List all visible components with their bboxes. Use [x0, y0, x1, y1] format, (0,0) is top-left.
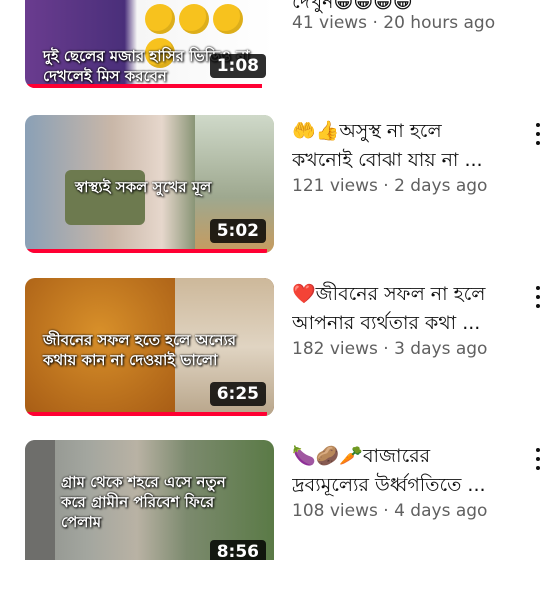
- video-thumbnail[interactable]: দুই ছেলের মজার হাসির ভিডিও না দেখলেই মিস…: [25, 0, 274, 88]
- more-options-icon[interactable]: [528, 119, 548, 149]
- view-count: 108 views: [292, 501, 378, 521]
- video-duration: 8:56: [209, 540, 266, 560]
- video-duration: 5:02: [209, 219, 266, 243]
- view-count: 182 views: [292, 339, 378, 359]
- watch-progress-bar: [25, 84, 262, 88]
- upload-age: 20 hours ago: [383, 13, 496, 33]
- meta-separator: ·: [383, 176, 389, 196]
- video-item[interactable]: জীবনের সফল হতে হলে অন্যের কথায় কান না দ…: [0, 278, 560, 428]
- more-options-icon[interactable]: [528, 444, 548, 474]
- watch-progress-bar: [25, 412, 267, 416]
- video-meta: 41 views · 20 hours ago: [292, 13, 495, 33]
- video-thumbnail[interactable]: গ্রাম থেকে শহরে এসে নতুন করে গ্রামীন পরি…: [25, 440, 274, 560]
- video-title[interactable]: ❤️জীবনের সফল না হলে আপনার ব্যর্থতার কথা …: [292, 280, 520, 338]
- thumbnail-caption: জীবনের সফল হতে হলে অন্যের কথায় কান না দ…: [43, 331, 237, 369]
- video-meta: 182 views · 3 days ago: [292, 339, 487, 359]
- meta-separator: ·: [383, 339, 389, 359]
- video-thumbnail[interactable]: জীবনের সফল হতে হলে অন্যের কথায় কান না দ…: [25, 278, 274, 416]
- video-duration: 1:08: [209, 54, 266, 78]
- thumbnail-caption: স্বাস্থ্যই সকল সুখের মূল: [75, 178, 212, 196]
- view-count: 41 views: [292, 13, 368, 33]
- watch-progress-bar: [25, 249, 267, 253]
- video-duration: 6:25: [209, 382, 266, 406]
- meta-separator: ·: [383, 501, 389, 521]
- more-options-icon[interactable]: [528, 282, 548, 312]
- upload-age: 2 days ago: [394, 176, 488, 196]
- video-title[interactable]: 🤲👍অসুস্থ না হলে কখনোই বোঝা যায় না ...: [292, 117, 520, 175]
- video-title[interactable]: 🍆🥔🥕বাজারের দ্রব্যমূল্যের উর্ধ্বগতিতে ...: [292, 442, 520, 500]
- video-item[interactable]: স্বাস্থ্যই সকল সুখের মূল 5:02 🤲👍অসুস্থ ন…: [0, 115, 560, 265]
- thumbnail-caption: গ্রাম থেকে শহরে এসে নতুন করে গ্রামীন পরি…: [61, 473, 226, 531]
- view-count: 121 views: [292, 176, 378, 196]
- video-thumbnail[interactable]: স্বাস্থ্যই সকল সুখের মূল 5:02: [25, 115, 274, 253]
- video-item[interactable]: গ্রাম থেকে শহরে এসে নতুন করে গ্রামীন পরি…: [0, 440, 560, 590]
- video-meta: 108 views · 4 days ago: [292, 501, 487, 521]
- meta-separator: ·: [372, 13, 378, 33]
- upload-age: 3 days ago: [394, 339, 488, 359]
- upload-age: 4 days ago: [394, 501, 488, 521]
- video-meta: 121 views · 2 days ago: [292, 176, 487, 196]
